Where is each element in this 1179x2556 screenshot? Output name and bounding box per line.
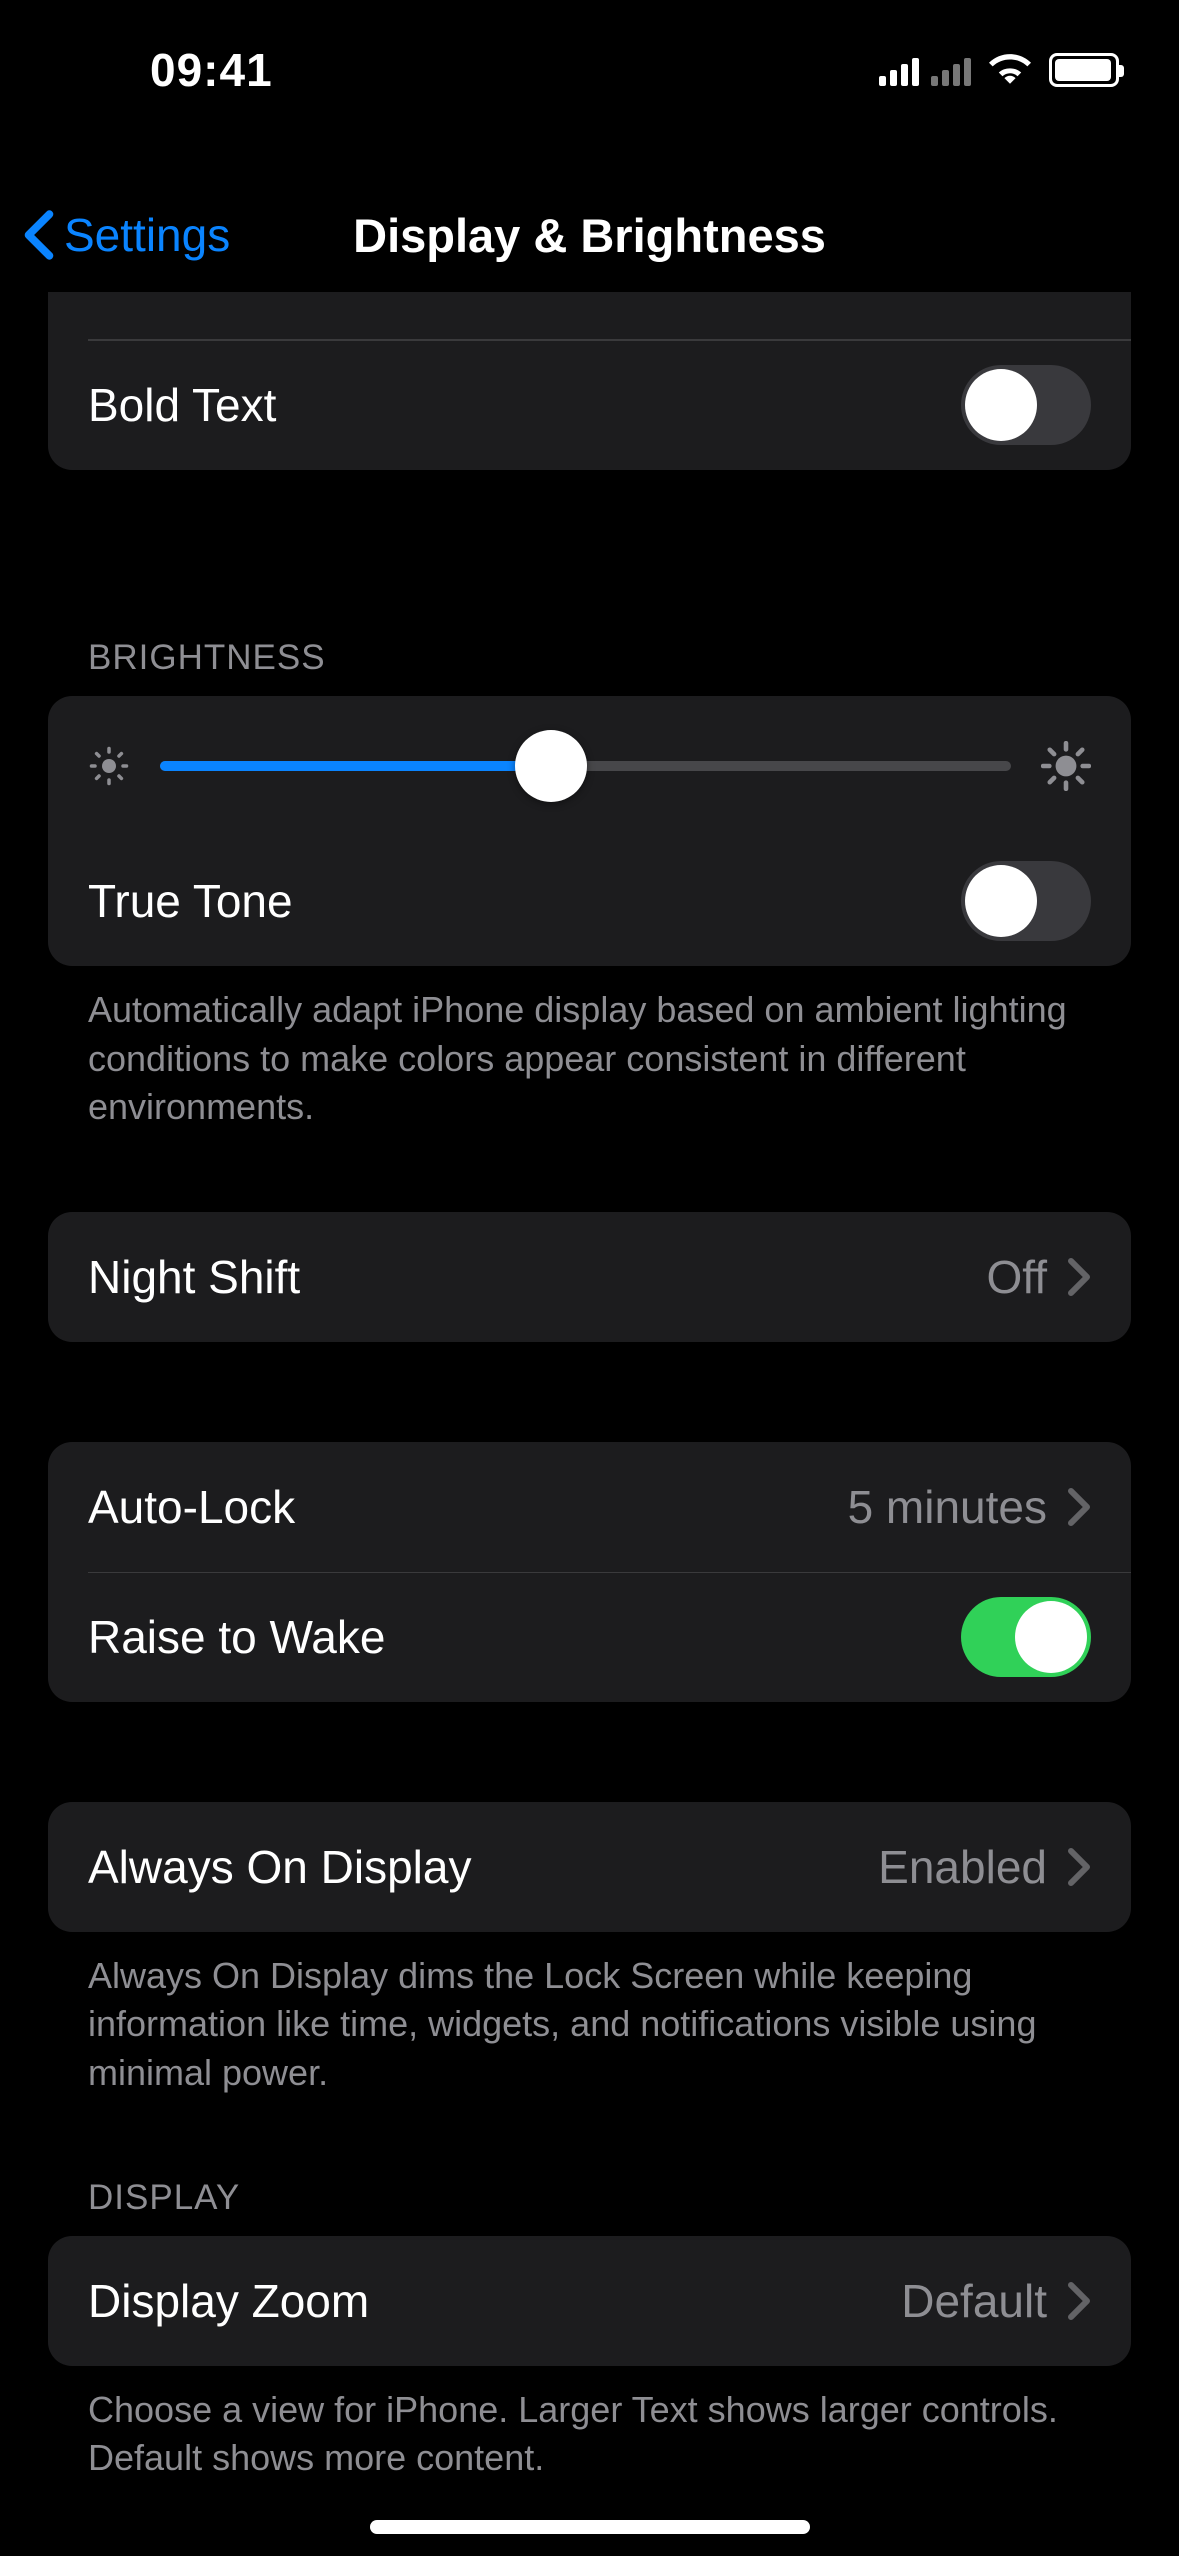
auto-lock-row[interactable]: Auto-Lock 5 minutes — [48, 1442, 1131, 1572]
auto-lock-label: Auto-Lock — [88, 1480, 295, 1534]
night-shift-label: Night Shift — [88, 1250, 300, 1304]
cut-off-row — [48, 292, 1131, 340]
always-on-group: Always On Display Enabled — [48, 1802, 1131, 1932]
content-scroll[interactable]: Bold Text BRIGHTNESS — [0, 292, 1179, 2556]
night-shift-value: Off — [986, 1250, 1047, 1304]
display-header: DISPLAY — [0, 2178, 1179, 2236]
display-zoom-footer: Choose a view for iPhone. Larger Text sh… — [0, 2366, 1179, 2483]
always-on-label: Always On Display — [88, 1840, 471, 1894]
brightness-slider-row[interactable] — [48, 696, 1131, 836]
chevron-right-icon — [1067, 2281, 1091, 2321]
brightness-low-icon — [88, 745, 130, 787]
status-bar: 09:41 — [0, 0, 1179, 140]
brightness-high-icon — [1041, 741, 1091, 791]
status-icons — [879, 52, 1119, 89]
brightness-slider-thumb[interactable] — [515, 730, 587, 802]
back-button[interactable]: Settings — [0, 208, 230, 262]
home-indicator[interactable] — [370, 2520, 810, 2534]
always-on-value: Enabled — [878, 1840, 1047, 1894]
brightness-slider[interactable] — [160, 761, 1011, 771]
display-zoom-group: Display Zoom Default — [48, 2236, 1131, 2366]
night-shift-group: Night Shift Off — [48, 1212, 1131, 1342]
true-tone-footer: Automatically adapt iPhone display based… — [0, 966, 1179, 1132]
true-tone-row[interactable]: True Tone — [48, 836, 1131, 966]
auto-lock-value: 5 minutes — [848, 1480, 1047, 1534]
status-time: 09:41 — [150, 43, 273, 97]
bold-text-label: Bold Text — [88, 378, 276, 432]
raise-to-wake-toggle[interactable] — [961, 1597, 1091, 1677]
back-label: Settings — [64, 208, 230, 262]
chevron-right-icon — [1067, 1847, 1091, 1887]
night-shift-row[interactable]: Night Shift Off — [48, 1212, 1131, 1342]
brightness-group: True Tone — [48, 696, 1131, 966]
wifi-icon — [989, 52, 1031, 89]
brightness-header: BRIGHTNESS — [0, 638, 1179, 696]
bold-text-toggle[interactable] — [961, 365, 1091, 445]
display-zoom-label: Display Zoom — [88, 2274, 369, 2328]
raise-to-wake-label: Raise to Wake — [88, 1610, 385, 1664]
raise-to-wake-row[interactable]: Raise to Wake — [48, 1572, 1131, 1702]
always-on-footer: Always On Display dims the Lock Screen w… — [0, 1932, 1179, 2098]
settings-screen: 09:41 Settings Display & Brightness — [0, 0, 1179, 2556]
chevron-left-icon — [22, 209, 56, 261]
always-on-row[interactable]: Always On Display Enabled — [48, 1802, 1131, 1932]
true-tone-label: True Tone — [88, 874, 293, 928]
chevron-right-icon — [1067, 1487, 1091, 1527]
nav-bar: Settings Display & Brightness — [0, 180, 1179, 290]
display-zoom-row[interactable]: Display Zoom Default — [48, 2236, 1131, 2366]
cellular-signal-icon — [879, 54, 919, 86]
text-group: Bold Text — [48, 292, 1131, 470]
bold-text-row[interactable]: Bold Text — [48, 340, 1131, 470]
chevron-right-icon — [1067, 1257, 1091, 1297]
battery-icon — [1049, 53, 1119, 87]
cellular-signal-secondary-icon — [931, 54, 971, 86]
true-tone-toggle[interactable] — [961, 861, 1091, 941]
display-zoom-value: Default — [901, 2274, 1047, 2328]
lock-group: Auto-Lock 5 minutes Raise to Wake — [48, 1442, 1131, 1702]
